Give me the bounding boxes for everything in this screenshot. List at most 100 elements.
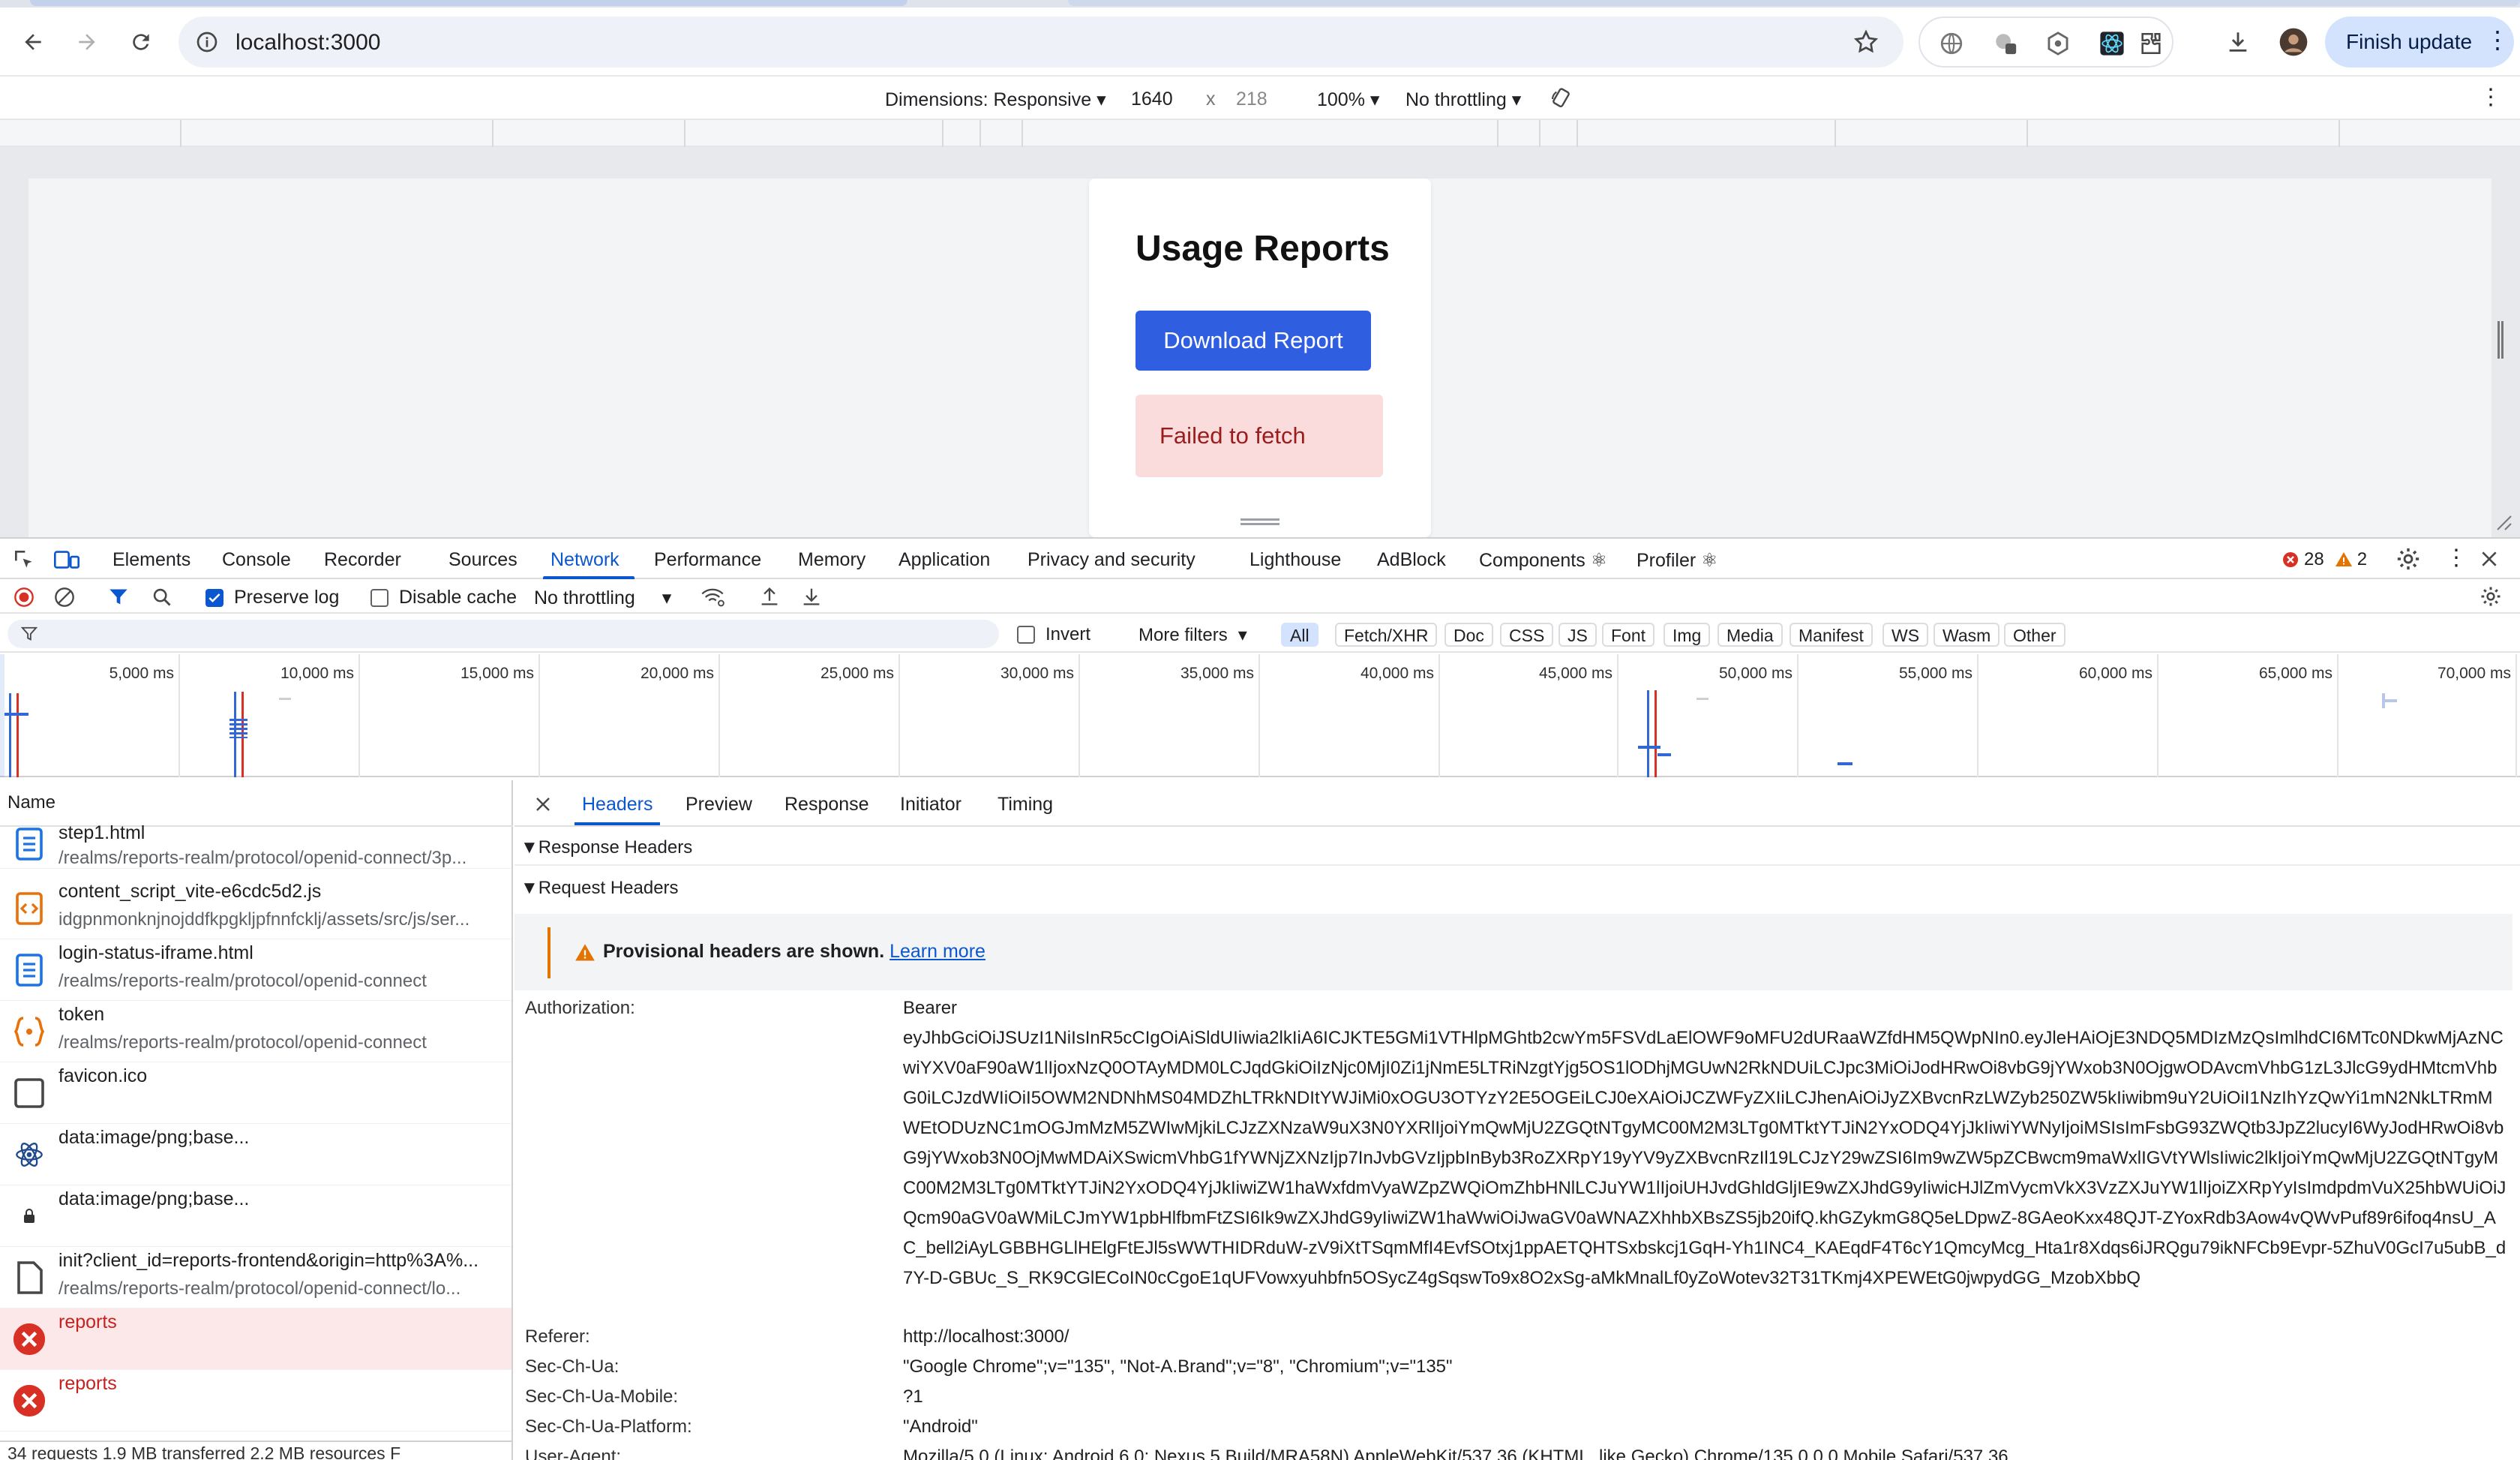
ruler-tick[interactable] (1497, 120, 1498, 147)
profile-avatar[interactable] (2276, 24, 2312, 60)
zoom-dropdown[interactable]: 100% ▾ (1317, 89, 1379, 111)
preserve-log-toggle[interactable]: Preserve log (206, 587, 339, 608)
tab-response[interactable]: Response (784, 794, 869, 816)
type-filter-doc[interactable]: Doc (1444, 623, 1493, 647)
back-button[interactable] (15, 24, 51, 60)
address-bar[interactable]: localhost:3000 (178, 17, 1904, 68)
tab-indicator[interactable] (1068, 0, 2520, 6)
record-stop-icon[interactable] (14, 587, 34, 608)
network-overview-timeline[interactable]: 5,000 ms 10,000 ms 15,000 ms 20,000 ms 2… (0, 654, 2520, 777)
response-headers-section[interactable]: ▼Response Headers (520, 837, 692, 858)
tab-headers[interactable]: Headers (582, 794, 653, 816)
bookmark-star-icon[interactable] (1852, 29, 1880, 56)
ruler-tick[interactable] (684, 120, 686, 147)
request-row[interactable]: data:image/png;base... (0, 1185, 512, 1247)
width-input[interactable]: 1640 (1128, 84, 1200, 113)
download-report-button[interactable]: Download Report (1136, 311, 1371, 371)
request-row-error[interactable]: reports (0, 1308, 512, 1370)
search-icon[interactable] (152, 587, 172, 608)
rotate-icon[interactable] (1550, 87, 1574, 111)
tab-sources[interactable]: Sources (448, 549, 518, 571)
device-throttling-dropdown[interactable]: No throttling ▾ (1406, 89, 1521, 111)
ruler-tick[interactable] (1834, 120, 1836, 147)
inspect-element-icon[interactable] (12, 548, 36, 572)
extension-hex-icon[interactable] (2044, 30, 2072, 57)
filter-input[interactable] (8, 620, 999, 648)
import-har-icon[interactable] (759, 585, 780, 608)
corner-resize-icon[interactable] (2494, 513, 2512, 531)
viewport-resize-handle[interactable] (1240, 518, 1280, 527)
network-conditions-icon[interactable] (700, 587, 724, 608)
ruler-tick[interactable] (180, 120, 182, 147)
type-filter-ws[interactable]: WS (1882, 623, 1929, 647)
tab-adblock[interactable]: AdBlock (1377, 549, 1446, 571)
tab-recorder[interactable]: Recorder (324, 549, 401, 571)
tab-console[interactable]: Console (222, 549, 291, 571)
tab-preview[interactable]: Preview (686, 794, 752, 816)
type-filter-css[interactable]: CSS (1500, 623, 1554, 647)
more-filters-dropdown[interactable]: More filters ▾ (1138, 624, 1247, 646)
kebab-menu-icon[interactable]: ⋮ (2486, 26, 2510, 54)
overview-window-handle[interactable] (0, 654, 4, 777)
downloads-button[interactable] (2220, 24, 2256, 60)
site-info-icon[interactable] (195, 30, 219, 54)
ruler-tick[interactable] (942, 120, 944, 147)
request-row[interactable]: content_script_vite-e6cdc5d2.js idgpnmon… (0, 878, 512, 939)
tab-initiator[interactable]: Initiator (900, 794, 962, 816)
type-filter-other[interactable]: Other (2004, 623, 2066, 647)
ruler-tick[interactable] (1539, 120, 1540, 147)
tab-profiler[interactable]: Profiler ⚛ (1636, 549, 1718, 572)
tab-privacy-security[interactable]: Privacy and security (1028, 549, 1196, 571)
name-column-header[interactable]: Name (0, 780, 513, 827)
extension-react-devtools-icon[interactable] (2098, 30, 2126, 57)
tab-memory[interactable]: Memory (798, 549, 866, 571)
request-row[interactable]: init?client_id=reports-frontend&origin=h… (0, 1247, 512, 1308)
forward-button[interactable] (69, 24, 105, 60)
request-row[interactable]: data:image/png;base... (0, 1124, 512, 1185)
type-filter-media[interactable]: Media (1718, 623, 1783, 647)
extensions-puzzle-icon[interactable] (2138, 30, 2164, 57)
request-row[interactable]: token /realms/reports-realm/protocol/ope… (0, 1001, 512, 1062)
invert-checkbox[interactable] (1017, 626, 1035, 644)
export-har-icon[interactable] (801, 585, 822, 608)
tab-timing[interactable]: Timing (998, 794, 1053, 816)
extension-globe-icon[interactable] (1938, 30, 1965, 57)
preserve-log-checkbox[interactable] (206, 588, 224, 607)
ruler-tick[interactable] (2026, 120, 2028, 147)
tab-indicator[interactable] (30, 0, 908, 6)
devtools-menu-icon[interactable]: ⋮ (2445, 545, 2468, 571)
type-filter-js[interactable]: JS (1558, 623, 1597, 647)
invert-toggle[interactable]: Invert (1017, 624, 1090, 645)
close-details-icon[interactable] (534, 795, 552, 813)
disable-cache-checkbox[interactable] (370, 588, 388, 607)
reload-button[interactable] (123, 24, 159, 60)
ruler-tick[interactable] (492, 120, 494, 147)
network-throttling-dropdown[interactable]: No throttling ▾ (534, 587, 671, 609)
disable-cache-toggle[interactable]: Disable cache (370, 587, 517, 608)
learn-more-link[interactable]: Learn more (890, 941, 986, 962)
issues-counter[interactable]: 28 2 (2282, 549, 2367, 570)
ruler-tick[interactable] (2338, 120, 2340, 147)
tab-components[interactable]: Components ⚛ (1479, 549, 1607, 572)
request-row[interactable]: favicon.ico (0, 1062, 512, 1124)
request-row[interactable]: login-status-iframe.html /realms/reports… (0, 939, 512, 1001)
type-filter-fetch-xhr[interactable]: Fetch/XHR (1335, 623, 1438, 647)
request-row-error[interactable]: reports (0, 1370, 512, 1431)
close-devtools-icon[interactable] (2480, 549, 2499, 569)
type-filter-img[interactable]: Img (1664, 623, 1711, 647)
clear-log-icon[interactable] (54, 587, 75, 608)
type-filter-manifest[interactable]: Manifest (1790, 623, 1873, 647)
ruler-tick[interactable] (980, 120, 981, 147)
tab-network[interactable]: Network (550, 549, 620, 571)
type-filter-wasm[interactable]: Wasm (1934, 623, 2000, 647)
device-toolbar-menu-icon[interactable]: ⋮ (2480, 84, 2502, 110)
height-input[interactable]: 218 (1233, 84, 1305, 113)
filter-funnel-icon[interactable] (108, 587, 129, 608)
dimensions-dropdown[interactable]: Dimensions: Responsive ▾ (885, 89, 1106, 111)
ruler-tick[interactable] (1576, 120, 1578, 147)
tab-application[interactable]: Application (898, 549, 990, 571)
settings-gear-icon[interactable] (2396, 546, 2421, 572)
device-toolbar-toggle-icon[interactable] (54, 548, 80, 572)
request-row[interactable]: step1.html /realms/reports-realm/protoco… (0, 822, 512, 869)
ruler-tick[interactable] (1022, 120, 1023, 147)
